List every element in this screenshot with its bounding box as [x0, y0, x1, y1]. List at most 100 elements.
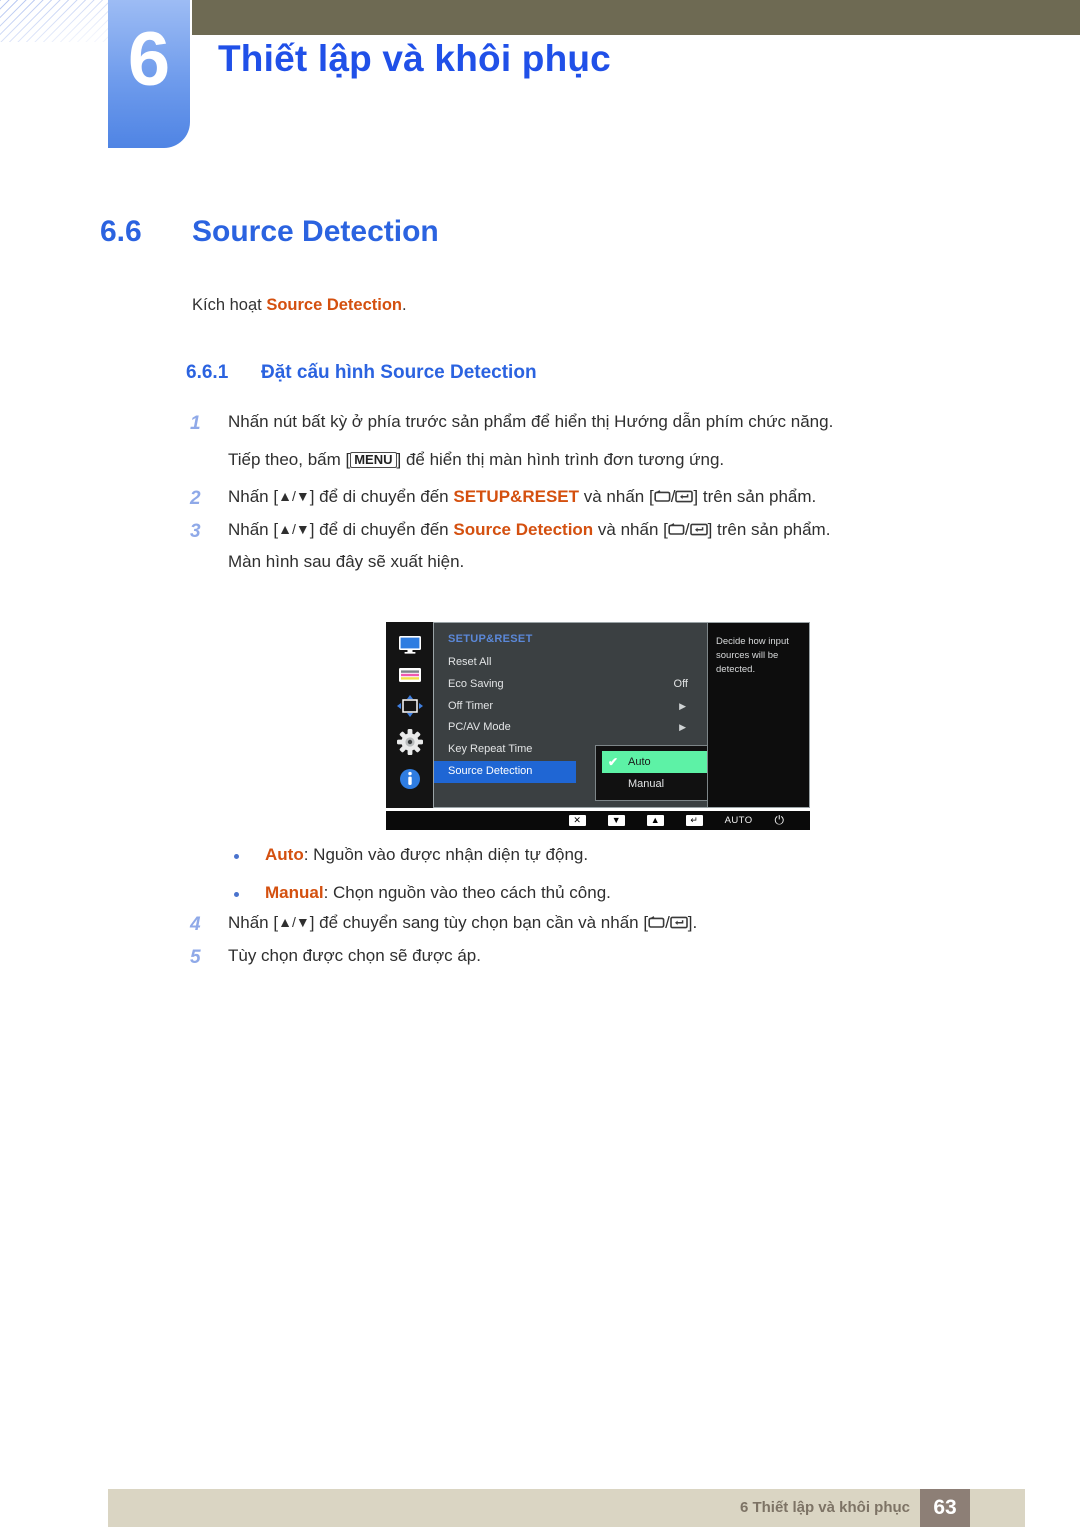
lead-prefix: Kích hoạt — [192, 296, 267, 314]
osd-main-area: SETUP&RESET Reset All Eco Saving Off Off… — [433, 622, 810, 808]
chevron-right-icon: ▶ — [679, 722, 686, 733]
monitor-icon[interactable] — [398, 635, 422, 659]
enter-icon[interactable]: ↵ — [685, 815, 703, 826]
step-text-mid2: và nhấn [ — [579, 486, 654, 506]
option-descriptions-list: Auto: Nguồn vào được nhận diện tự động. … — [190, 845, 950, 921]
step-item: 1 Nhấn nút bất kỳ ở phía trước sản phẩm … — [190, 411, 950, 434]
updown-arrows-icon: ▲/▼ — [278, 487, 310, 504]
section-number: 6.6 — [100, 215, 142, 248]
bullet-keyword: Auto — [265, 845, 304, 864]
enter-button-icon — [689, 520, 708, 543]
step-text-pre: Nhấn [ — [228, 519, 279, 539]
bullet-text: : Chọn nguồn vào theo cách thủ công. — [323, 883, 611, 902]
step-text-mid2: và nhấn [ — [593, 519, 668, 539]
header-olive-bar — [192, 0, 1080, 35]
step-text-pre: Nhấn [ — [228, 486, 279, 506]
page-title: 6.6 Source Detection — [100, 215, 439, 249]
step-index: 2 — [190, 487, 201, 509]
size-position-icon[interactable] — [396, 694, 423, 722]
step-index: 5 — [190, 946, 201, 968]
menu-keycap: MENU — [350, 451, 397, 469]
osd-row-label: Off Timer — [448, 699, 494, 712]
step-item: 3 Nhấn [▲/▼] để di chuyển đến Source Det… — [190, 519, 950, 543]
arrow-down-icon[interactable]: ▼ — [607, 815, 625, 826]
osd-submenu-label: Auto — [628, 756, 651, 768]
osd-row-pc-av-mode[interactable]: PC/AV Mode ▶ — [448, 717, 706, 739]
bullet-dot-icon — [234, 854, 239, 859]
osd-row-label: PC/AV Mode — [448, 721, 511, 734]
power-icon[interactable]: ⏻ — [775, 813, 785, 828]
step-note-suffix: ] để hiển thị màn hình trình đơn tương ứ… — [396, 449, 725, 469]
osd-panel: SETUP&RESET Reset All Eco Saving Off Off… — [386, 622, 810, 808]
step-text-mid: ] để chuyển sang tùy chọn bạn cần và nhấ… — [309, 913, 649, 932]
updown-arrows-icon: ▲/▼ — [278, 914, 310, 930]
section-title: Source Detection — [192, 215, 439, 248]
osd-submenu-label: Manual — [628, 778, 665, 790]
updown-arrows-icon: ▲/▼ — [278, 520, 310, 537]
enter-button-icon — [669, 913, 688, 936]
step-keyword: Source Detection — [453, 519, 594, 539]
chapter-title: Thiết lập và khôi phục — [218, 38, 611, 79]
subsection-number: 6.6.1 — [186, 362, 229, 383]
osd-row-eco-saving[interactable]: Eco Saving Off — [448, 674, 706, 696]
subsection-title: Đặt cấu hình Source Detection — [261, 362, 537, 383]
step-text-pre: Nhấn [ — [228, 913, 279, 932]
step-note-prefix: Tiếp theo, bấm [ — [228, 449, 351, 469]
subsection-heading: 6.6.1 Đặt cấu hình Source Detection — [186, 362, 537, 384]
section-lead-text: Kích hoạt Source Detection. — [192, 296, 407, 315]
chevron-right-icon: ▶ — [679, 700, 686, 711]
bullet-keyword: Manual — [265, 883, 324, 902]
info-icon[interactable] — [399, 768, 421, 795]
instruction-steps-list: 1 Nhấn nút bất kỳ ở phía trước sản phẩm … — [190, 411, 950, 578]
instruction-steps-list-continued: 4 Nhấn [▲/▼] để chuyển sang tùy chọn bạn… — [190, 912, 950, 977]
step-keyword: SETUP&RESET — [453, 486, 580, 506]
back-button-icon — [668, 520, 685, 543]
osd-row-off-timer[interactable]: Off Timer ▶ — [448, 696, 706, 718]
step-text-post: ] trên sản phẩm. — [707, 519, 831, 539]
bullet-text: : Nguồn vào được nhận diện tự động. — [303, 845, 589, 864]
step-text-mid: ] để di chuyển đến — [309, 486, 454, 506]
osd-row-label: Source Detection — [448, 764, 533, 777]
page-footer: 6 Thiết lập và khôi phục 63 — [108, 1489, 1025, 1527]
step-item: 5 Tùy chọn được chọn sẽ được áp. — [190, 945, 950, 968]
step-item: 4 Nhấn [▲/▼] để chuyển sang tùy chọn bạn… — [190, 912, 950, 936]
list-item: Auto: Nguồn vào được nhận diện tự động. — [190, 845, 950, 865]
chapter-number-badge: 6 — [108, 0, 190, 148]
osd-menu-title: SETUP&RESET — [448, 633, 533, 645]
back-button-icon — [648, 913, 665, 936]
enter-button-icon — [675, 487, 694, 510]
osd-row-reset-all[interactable]: Reset All — [448, 652, 706, 674]
step-index: 1 — [190, 413, 201, 434]
step-note: Màn hình sau đây sẽ xuất hiện. — [228, 551, 465, 571]
color-bars-icon[interactable] — [398, 667, 422, 688]
bullet-dot-icon — [234, 892, 239, 897]
close-icon[interactable]: ✕ — [568, 815, 586, 826]
step-text: Tùy chọn được chọn sẽ được áp. — [228, 945, 481, 965]
step-index: 4 — [190, 914, 201, 935]
osd-row-label: Reset All — [448, 656, 492, 668]
auto-button-label[interactable]: AUTO — [725, 815, 753, 826]
arrow-up-icon[interactable]: ▲ — [646, 815, 664, 826]
step-note: Tiếp theo, bấm [MENU] để hiển thị màn hì… — [190, 450, 950, 470]
check-icon: ✔ — [608, 755, 619, 769]
step-index: 3 — [190, 520, 201, 542]
osd-description-panel: Decide how input sources will be detecte… — [707, 623, 809, 807]
osd-sidebar — [386, 622, 433, 808]
page-number: 63 — [920, 1489, 970, 1527]
gear-icon[interactable] — [396, 729, 423, 760]
osd-button-bar: ✕ ▼ ▲ ↵ AUTO ⏻ — [386, 811, 810, 830]
back-button-icon — [654, 487, 671, 510]
footer-chapter-label: 6 Thiết lập và khôi phục — [739, 1499, 910, 1516]
decorative-hatch-pattern — [0, 0, 112, 42]
step-text-post: ] trên sản phẩm. — [693, 486, 817, 506]
osd-row-label: Key Repeat Time — [448, 743, 533, 756]
osd-row-label: Eco Saving — [448, 677, 504, 690]
osd-row-source-detection[interactable]: Source Detection — [434, 760, 576, 783]
step-item: 2 Nhấn [▲/▼] để di chuyển đến SETUP&RESE… — [190, 486, 950, 510]
step-text-post: ]. — [687, 913, 698, 932]
osd-row-value: Off — [673, 677, 688, 690]
list-item: Manual: Chọn nguồn vào theo cách thủ côn… — [190, 883, 950, 903]
lead-keyword: Source Detection — [266, 296, 403, 314]
lead-suffix: . — [402, 296, 407, 314]
osd-screenshot-figure: SETUP&RESET Reset All Eco Saving Off Off… — [386, 622, 810, 830]
